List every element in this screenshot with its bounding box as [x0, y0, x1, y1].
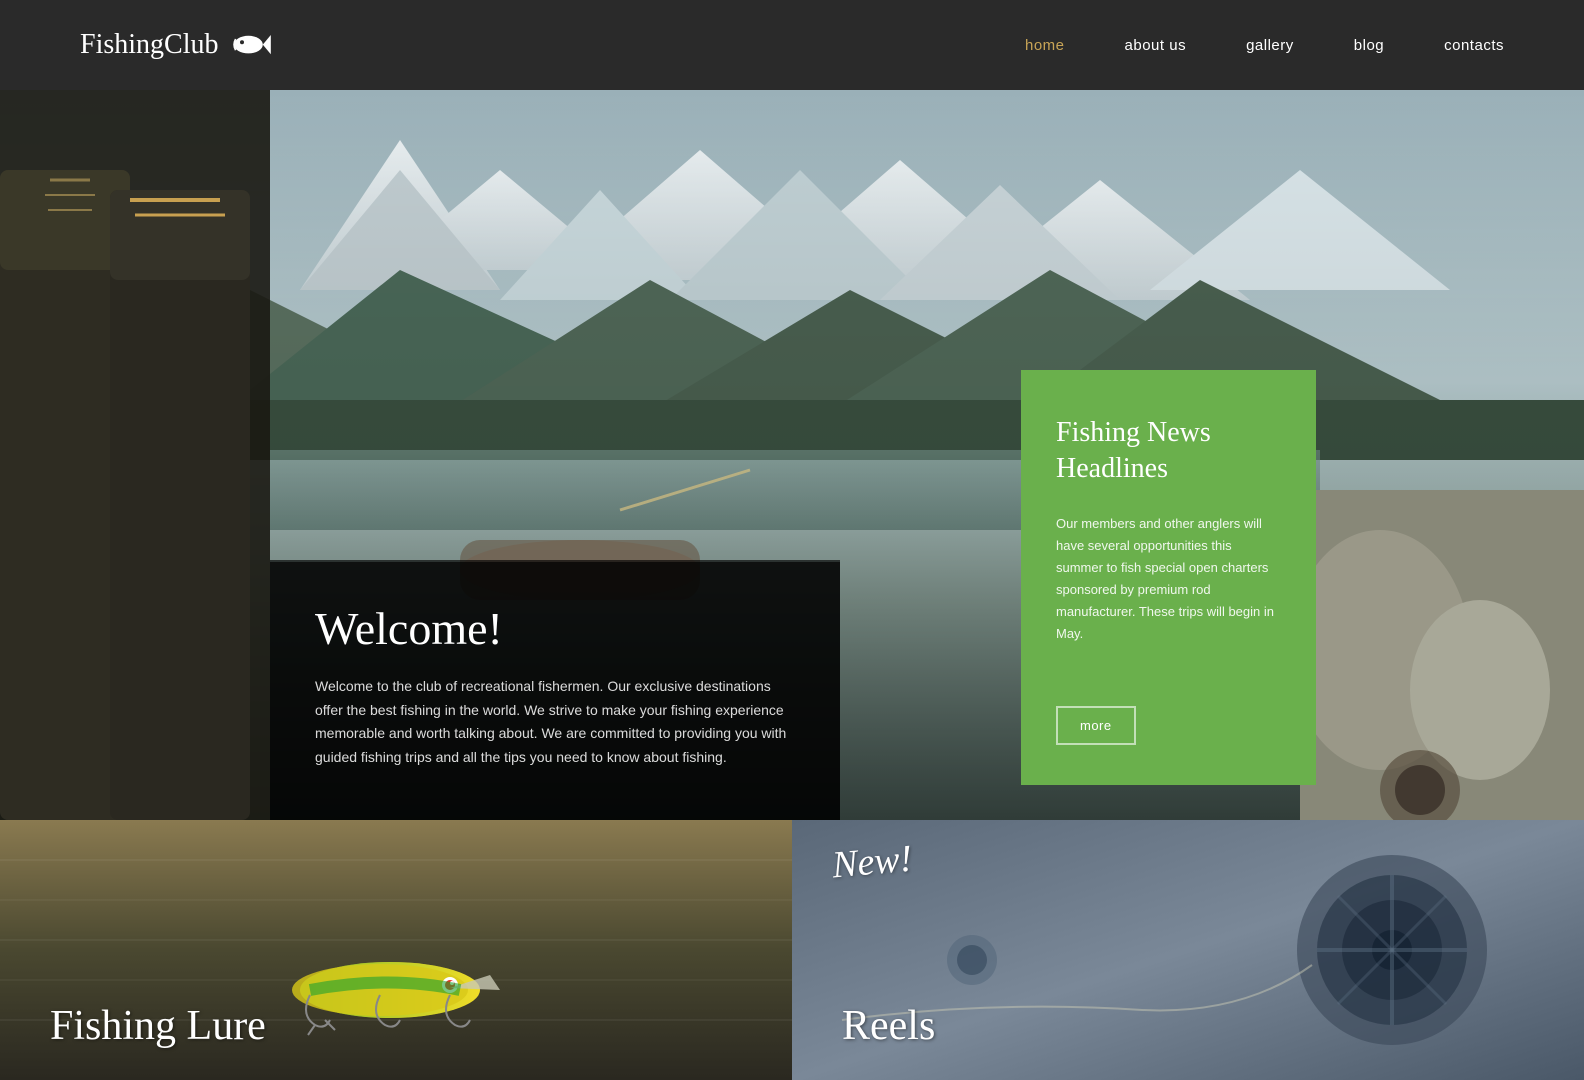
- main-nav: home about us gallery blog contacts: [1025, 37, 1504, 54]
- news-body: Our members and other anglers will have …: [1056, 513, 1281, 681]
- site-header: FishingClub home about us gallery blog c…: [0, 0, 1584, 90]
- hero-description: Welcome to the club of recreational fish…: [315, 675, 795, 770]
- bottom-cards: Fishing Lure: [0, 820, 1584, 1080]
- new-label: New!: [830, 837, 914, 888]
- logo[interactable]: FishingClub: [80, 26, 274, 64]
- hero-section: Welcome! Welcome to the club of recreati…: [0, 90, 1584, 820]
- nav-about[interactable]: about us: [1125, 37, 1187, 54]
- news-title: Fishing News Headlines: [1056, 415, 1281, 488]
- logo-text: FishingClub: [80, 29, 218, 61]
- nav-contacts[interactable]: contacts: [1444, 37, 1504, 54]
- hero-title: Welcome!: [315, 602, 795, 655]
- nav-blog[interactable]: blog: [1354, 37, 1384, 54]
- card-reels-title: Reels: [842, 1002, 935, 1050]
- fish-icon: [226, 26, 274, 64]
- card-lure-title: Fishing Lure: [50, 1002, 266, 1050]
- news-panel: Fishing News Headlines Our members and o…: [1021, 370, 1316, 785]
- nav-gallery[interactable]: gallery: [1246, 37, 1294, 54]
- card-fishing-lure[interactable]: Fishing Lure: [0, 820, 792, 1080]
- card-reels[interactable]: New! Reels: [792, 820, 1584, 1080]
- nav-home[interactable]: home: [1025, 37, 1065, 54]
- hero-welcome-overlay: Welcome! Welcome to the club of recreati…: [270, 562, 840, 820]
- news-more-button[interactable]: more: [1056, 706, 1136, 745]
